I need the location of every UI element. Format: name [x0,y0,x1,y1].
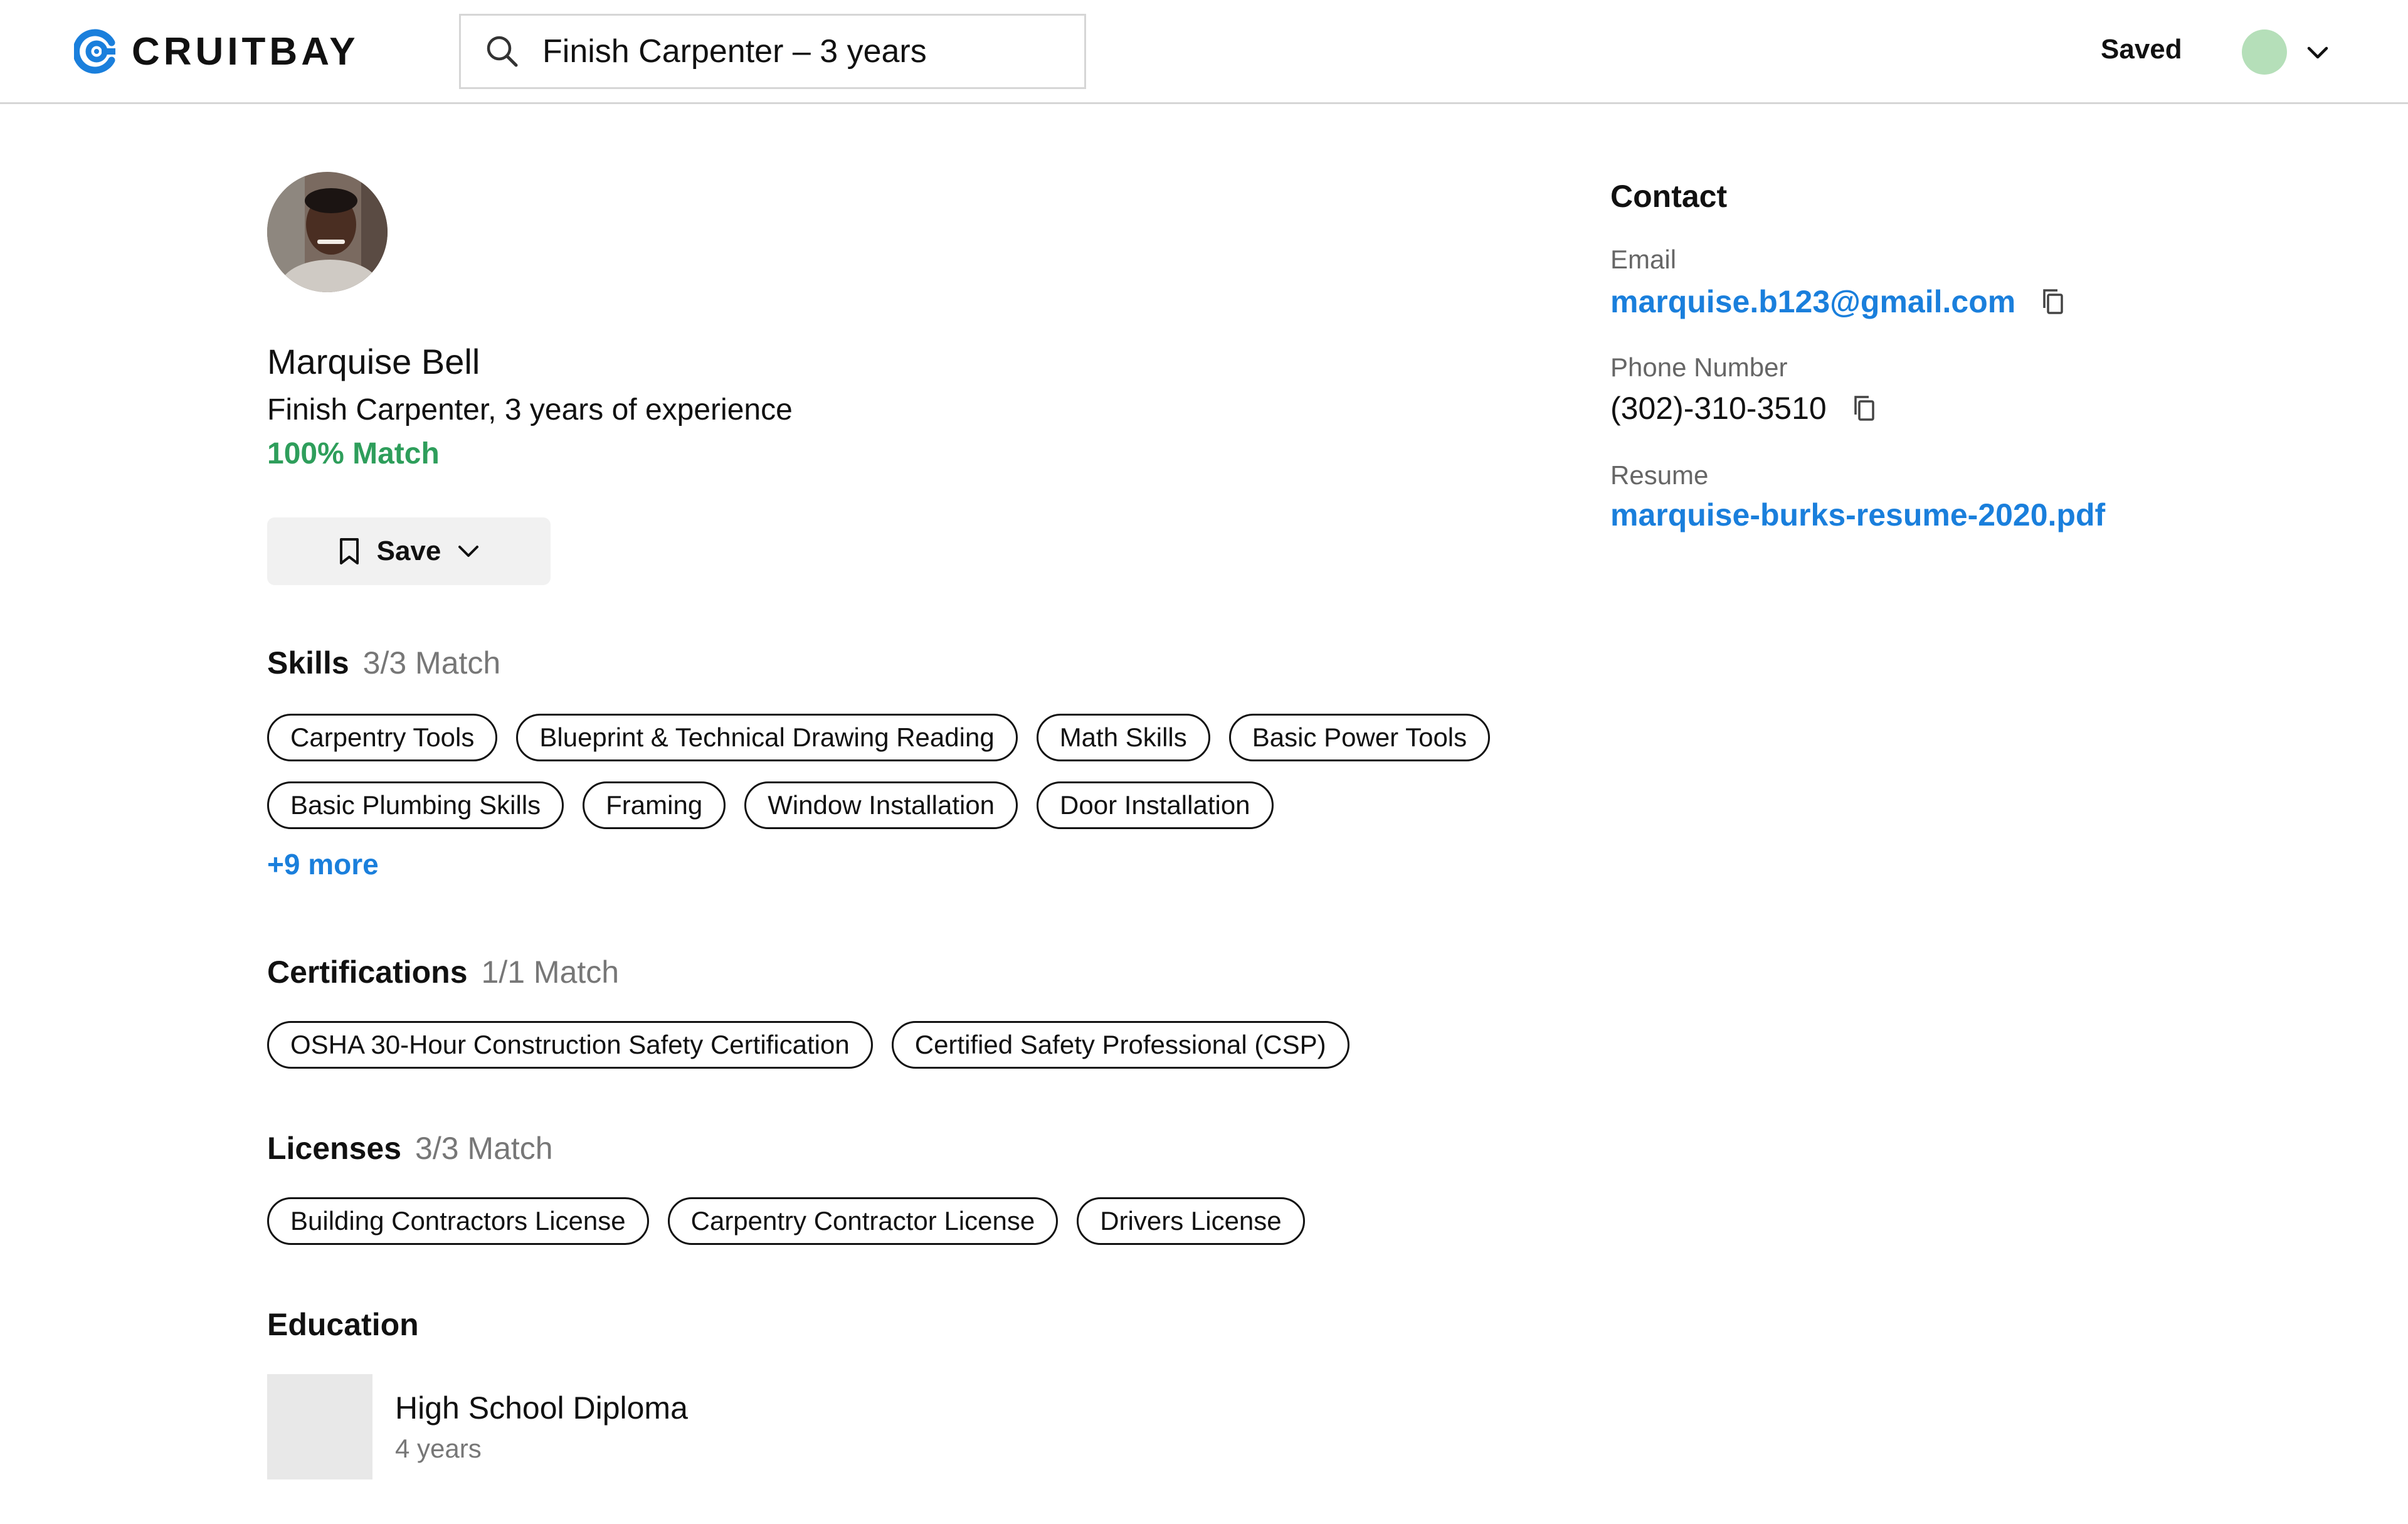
skill-chip: Basic Plumbing Skills [267,781,564,829]
resume-label: Resume [1610,460,1709,490]
copy-icon[interactable] [1851,393,1878,423]
logo-icon [74,29,115,74]
licenses-title: Licenses [267,1131,402,1166]
candidate-role: Finish Carpenter, 3 years of experience [267,393,793,426]
saved-link[interactable]: Saved [2101,34,2182,65]
education-thumbnail [267,1374,372,1479]
phone-row: (302)-310-3510 [1610,390,1878,426]
candidate-name: Marquise Bell [267,342,480,381]
save-dropdown-button[interactable]: Save [267,517,551,585]
email-row: marquise.b123@gmail.com [1610,283,2067,320]
skills-chip-list: Carpentry Tools Blueprint & Technical Dr… [267,714,1584,829]
licenses-match: 3/3 Match [415,1131,553,1166]
license-chip: Building Contractors License [267,1197,649,1245]
certification-chip: Certified Safety Professional (CSP) [891,1021,1349,1069]
user-avatar[interactable] [2242,29,2287,75]
search-bar[interactable]: Finish Carpenter – 3 years [459,14,1086,89]
skill-chip: Framing [583,781,726,829]
save-button-label: Save [376,536,441,566]
skills-match: 3/3 Match [362,645,501,680]
show-more-skills-link[interactable]: +9 more [267,847,379,881]
resume-row: marquise-burks-resume-2020.pdf [1610,497,2105,533]
skills-title: Skills [267,645,349,680]
education-duration: 4 years [395,1434,482,1463]
licenses-chip-list: Building Contractors License Carpentry C… [267,1197,1584,1245]
education-heading: Education [267,1306,419,1343]
license-chip: Carpentry Contractor License [667,1197,1059,1245]
skill-chip: Door Installation [1037,781,1274,829]
search-input[interactable]: Finish Carpenter – 3 years [542,33,927,70]
certifications-match: 1/1 Match [481,955,620,990]
skill-chip: Blueprint & Technical Drawing Reading [516,714,1018,761]
contact-title: Contact [1610,179,1728,214]
email-label: Email [1610,245,1677,274]
skill-chip: Basic Power Tools [1228,714,1491,761]
certification-chip: OSHA 30-Hour Construction Safety Certifi… [267,1021,873,1069]
phone-label: Phone Number [1610,352,1788,382]
education-degree: High School Diploma [395,1390,688,1426]
phone-number: (302)-310-3510 [1610,391,1827,426]
search-icon [487,36,518,67]
brand-logo[interactable]: CRUITBAY [74,29,359,74]
candidate-photo [267,172,388,292]
skill-chip: Carpentry Tools [267,714,498,761]
certifications-title: Certifications [267,955,468,990]
copy-icon[interactable] [2039,287,2067,317]
brand-name: CRUITBAY [132,29,359,73]
chevron-down-icon [458,546,479,557]
certifications-heading: Certifications 1/1 Match [267,954,619,990]
resume-link[interactable]: marquise-burks-resume-2020.pdf [1610,497,2105,533]
skill-chip: Window Installation [744,781,1018,829]
top-nav-bar: CRUITBAY Finish Carpenter – 3 years Save… [0,0,2408,104]
license-chip: Drivers License [1077,1197,1305,1245]
education-title: Education [267,1307,419,1342]
skill-chip: Math Skills [1036,714,1210,761]
licenses-heading: Licenses 3/3 Match [267,1130,553,1167]
certifications-chip-list: OSHA 30-Hour Construction Safety Certifi… [267,1021,1584,1069]
bookmark-icon [339,538,359,564]
chevron-down-icon[interactable] [2303,38,2333,68]
skills-heading: Skills 3/3 Match [267,645,500,681]
match-score: 100% Match [267,437,440,470]
email-link[interactable]: marquise.b123@gmail.com [1610,283,2015,320]
